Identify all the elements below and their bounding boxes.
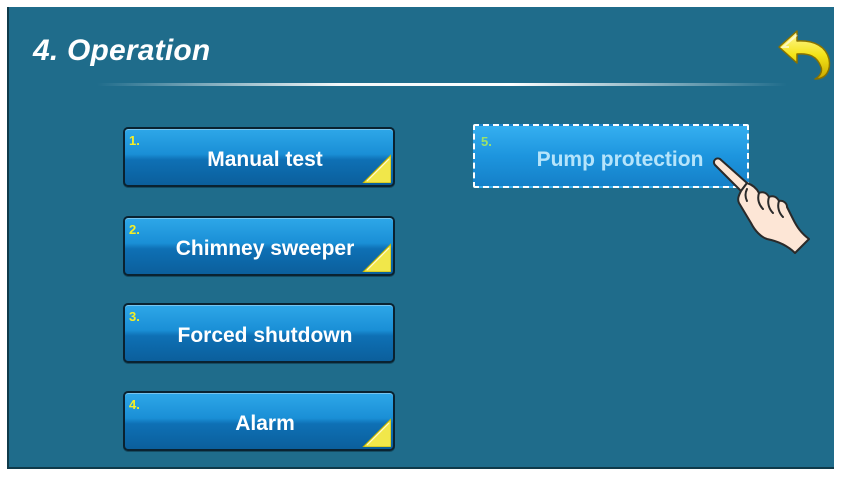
pointing-hand-icon bbox=[712, 157, 810, 254]
menu-item-label: Chimney sweeper bbox=[175, 237, 355, 260]
menu-item-label: Manual test bbox=[207, 148, 323, 171]
menu-item-label: Alarm bbox=[235, 412, 295, 435]
title-underline bbox=[97, 83, 787, 86]
back-button[interactable] bbox=[775, 25, 833, 83]
chimney-sweeper-button[interactable]: 2. Chimney sweeper bbox=[123, 216, 395, 276]
menu-item-label: Pump protection bbox=[536, 148, 704, 171]
page-title: 4. Operation bbox=[33, 34, 211, 67]
corner-tab-icon bbox=[362, 243, 391, 272]
corner-tab-icon bbox=[362, 418, 391, 447]
pump-protection-button[interactable]: 5. Pump protection bbox=[473, 124, 749, 188]
back-arrow-icon bbox=[778, 30, 831, 80]
corner-tab-icon bbox=[362, 154, 391, 183]
menu-item-label: Forced shutdown bbox=[177, 324, 353, 347]
alarm-button[interactable]: 4. Alarm bbox=[123, 391, 395, 451]
forced-shutdown-button[interactable]: 3. Forced shutdown bbox=[123, 303, 395, 363]
operation-screen: 4. Operation 1. Manual test 2. Chimney s… bbox=[7, 7, 834, 469]
manual-test-button[interactable]: 1. Manual test bbox=[123, 127, 395, 187]
